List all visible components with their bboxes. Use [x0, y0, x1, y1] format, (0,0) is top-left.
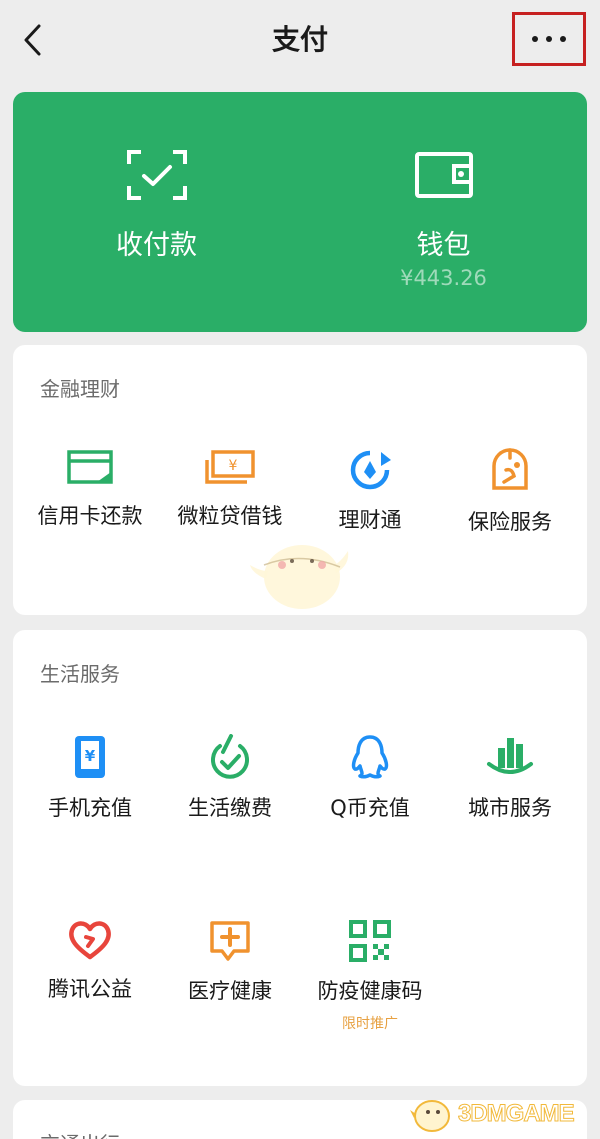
health-code[interactable]: 防疫健康码 限时推广 [300, 919, 440, 1033]
credit-card-repayment[interactable]: 信用卡还款 [20, 448, 160, 530]
transport-section: 交通出行 [13, 1100, 587, 1139]
charity-heart-icon [69, 921, 111, 960]
navigation-bar: 支付 [0, 0, 600, 80]
more-dot [546, 36, 552, 42]
wallet-hero-card: 收付款 钱包 ¥443.26 [13, 92, 587, 332]
collect-pay-button[interactable]: 收付款 [13, 92, 300, 332]
medical-icon [210, 921, 250, 961]
licaitong-wealth[interactable]: 理财通 [300, 448, 440, 534]
item-label: 腾讯公益 [48, 977, 132, 1001]
mobile-topup[interactable]: ¥ 手机充值 [20, 734, 160, 822]
phone-topup-icon: ¥ [75, 736, 105, 778]
promo-tag: 限时推广 [342, 1016, 398, 1032]
item-label: 理财通 [338, 508, 402, 532]
utility-payment-icon [211, 734, 249, 779]
life-services-section: 生活服务 ¥ 手机充值 生活缴费 Q币充值 城市服务 腾讯公益 医疗健康 防疫健… [13, 630, 587, 1086]
wallet-balance: ¥443.26 [400, 266, 487, 290]
loan-bills-icon: ¥ [205, 450, 255, 484]
utility-payment[interactable]: 生活缴费 [160, 734, 300, 822]
qr-code-icon [349, 920, 391, 962]
insurance-icon [492, 448, 528, 490]
more-dot [560, 36, 566, 42]
item-label: 微粒贷借钱 [177, 504, 283, 528]
city-services[interactable]: 城市服务 [440, 734, 580, 822]
section-title: 生活服务 [40, 662, 120, 686]
credit-card-icon [67, 450, 113, 484]
wallet-label: 钱包 [416, 230, 471, 261]
item-label: 生活缴费 [188, 796, 272, 820]
qq-penguin-icon [351, 735, 389, 779]
city-buildings-icon [487, 738, 533, 774]
item-label: 信用卡还款 [37, 504, 143, 528]
svg-text:¥: ¥ [85, 747, 96, 765]
svg-text:¥: ¥ [229, 458, 238, 474]
insurance-service[interactable]: 保险服务 [440, 448, 580, 536]
wallet-button[interactable]: 钱包 ¥443.26 [300, 92, 587, 332]
collect-pay-label: 收付款 [116, 230, 197, 261]
scan-check-icon [126, 150, 187, 200]
section-title: 金融理财 [40, 377, 120, 401]
medical-health[interactable]: 医疗健康 [160, 919, 300, 1005]
item-label: Q币充值 [330, 796, 410, 820]
wallet-icon [414, 152, 473, 198]
item-label: 保险服务 [468, 510, 552, 534]
item-label: 防疫健康码 [317, 979, 423, 1003]
weilidai-loan[interactable]: ¥ 微粒贷借钱 [160, 448, 300, 530]
tencent-charity[interactable]: 腾讯公益 [20, 919, 160, 1003]
more-dot [532, 36, 538, 42]
q-coin-topup[interactable]: Q币充值 [300, 734, 440, 822]
item-label: 手机充值 [48, 796, 132, 820]
wealth-icon [350, 450, 391, 490]
item-label: 医疗健康 [188, 979, 272, 1003]
more-options-button[interactable] [512, 12, 586, 66]
section-title: 交通出行 [40, 1128, 120, 1139]
finance-section: 金融理财 信用卡还款 ¥ 微粒贷借钱 理财通 保险服务 [13, 345, 587, 615]
page-title: 支付 [271, 23, 328, 56]
item-label: 城市服务 [468, 796, 552, 820]
